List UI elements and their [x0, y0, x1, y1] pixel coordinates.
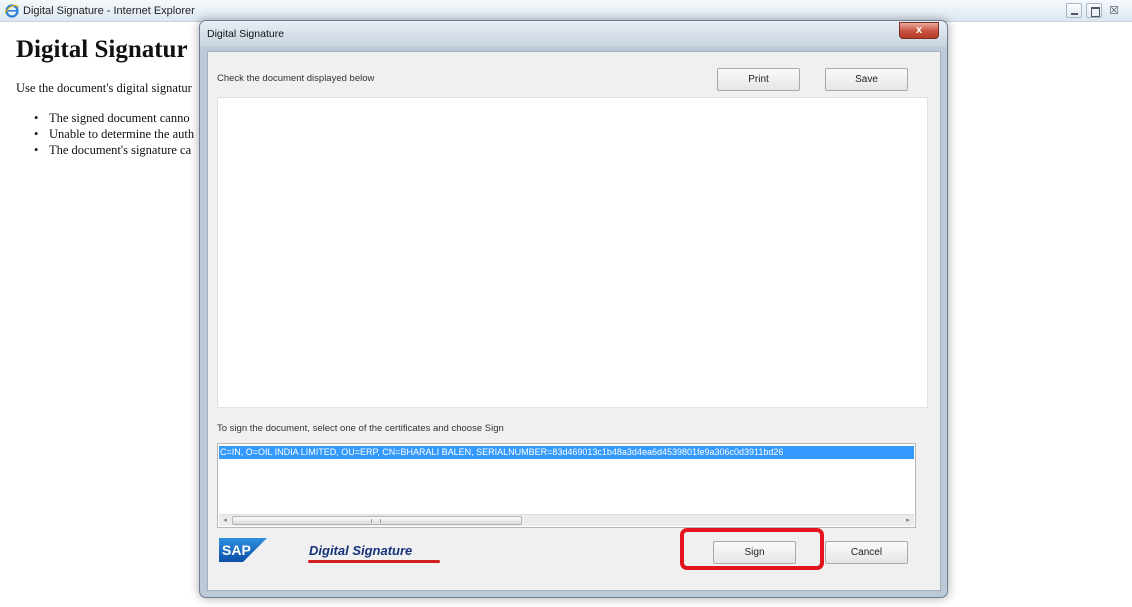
minimize-button[interactable]	[1066, 3, 1082, 18]
grip-icon	[371, 519, 381, 523]
certificate-list[interactable]: C=IN, O=OIL INDIA LIMITED, OU=ERP, CN=BH…	[217, 443, 916, 528]
dialog-title: Digital Signature	[207, 28, 285, 40]
page-heading: Digital Signatur	[16, 36, 188, 63]
cancel-button[interactable]: Cancel	[825, 541, 908, 564]
dialog-body: Check the document displayed below Print…	[207, 51, 941, 591]
digital-signature-logo-text: Digital Signature	[309, 543, 413, 558]
dialog-close-button[interactable]: x	[899, 22, 939, 39]
check-document-label: Check the document displayed below	[217, 73, 375, 84]
maximize-button[interactable]	[1086, 3, 1102, 18]
sign-instruction-label: To sign the document, select one of the …	[217, 423, 504, 434]
page-bullet-item: The signed document canno	[34, 111, 194, 127]
certificate-item-selected[interactable]: C=IN, O=OIL INDIA LIMITED, OU=ERP, CN=BH…	[219, 446, 914, 459]
page-bullet-list: The signed document canno Unable to dete…	[34, 111, 194, 159]
page-bullet-item: The document's signature ca	[34, 143, 194, 159]
scroll-right-icon[interactable]: ▸	[902, 515, 914, 526]
close-button[interactable]: ☒	[1106, 3, 1122, 18]
page-bullet-item: Unable to determine the auth	[34, 127, 194, 143]
browser-title-bar: Digital Signature - Internet Explorer ☒	[0, 0, 1132, 22]
digital-signature-dialog: Digital Signature x Check the document d…	[199, 20, 948, 598]
sign-button-highlight	[680, 528, 824, 570]
svg-text:SAP: SAP	[222, 542, 251, 558]
page-intro: Use the document's digital signatur	[16, 81, 192, 95]
sap-logo: SAP	[219, 538, 267, 562]
window-controls: ☒	[1066, 3, 1122, 18]
save-button[interactable]: Save	[825, 68, 908, 91]
browser-title: Digital Signature - Internet Explorer	[23, 5, 195, 17]
internet-explorer-icon	[5, 4, 19, 18]
scroll-left-icon[interactable]: ◂	[219, 515, 231, 526]
logo-underline	[308, 560, 440, 563]
print-button[interactable]: Print	[717, 68, 800, 91]
scrollbar-thumb[interactable]	[232, 516, 522, 525]
horizontal-scrollbar[interactable]: ◂ ▸	[219, 514, 914, 526]
document-preview[interactable]	[217, 97, 928, 408]
dialog-title-bar: Digital Signature x	[200, 21, 947, 47]
